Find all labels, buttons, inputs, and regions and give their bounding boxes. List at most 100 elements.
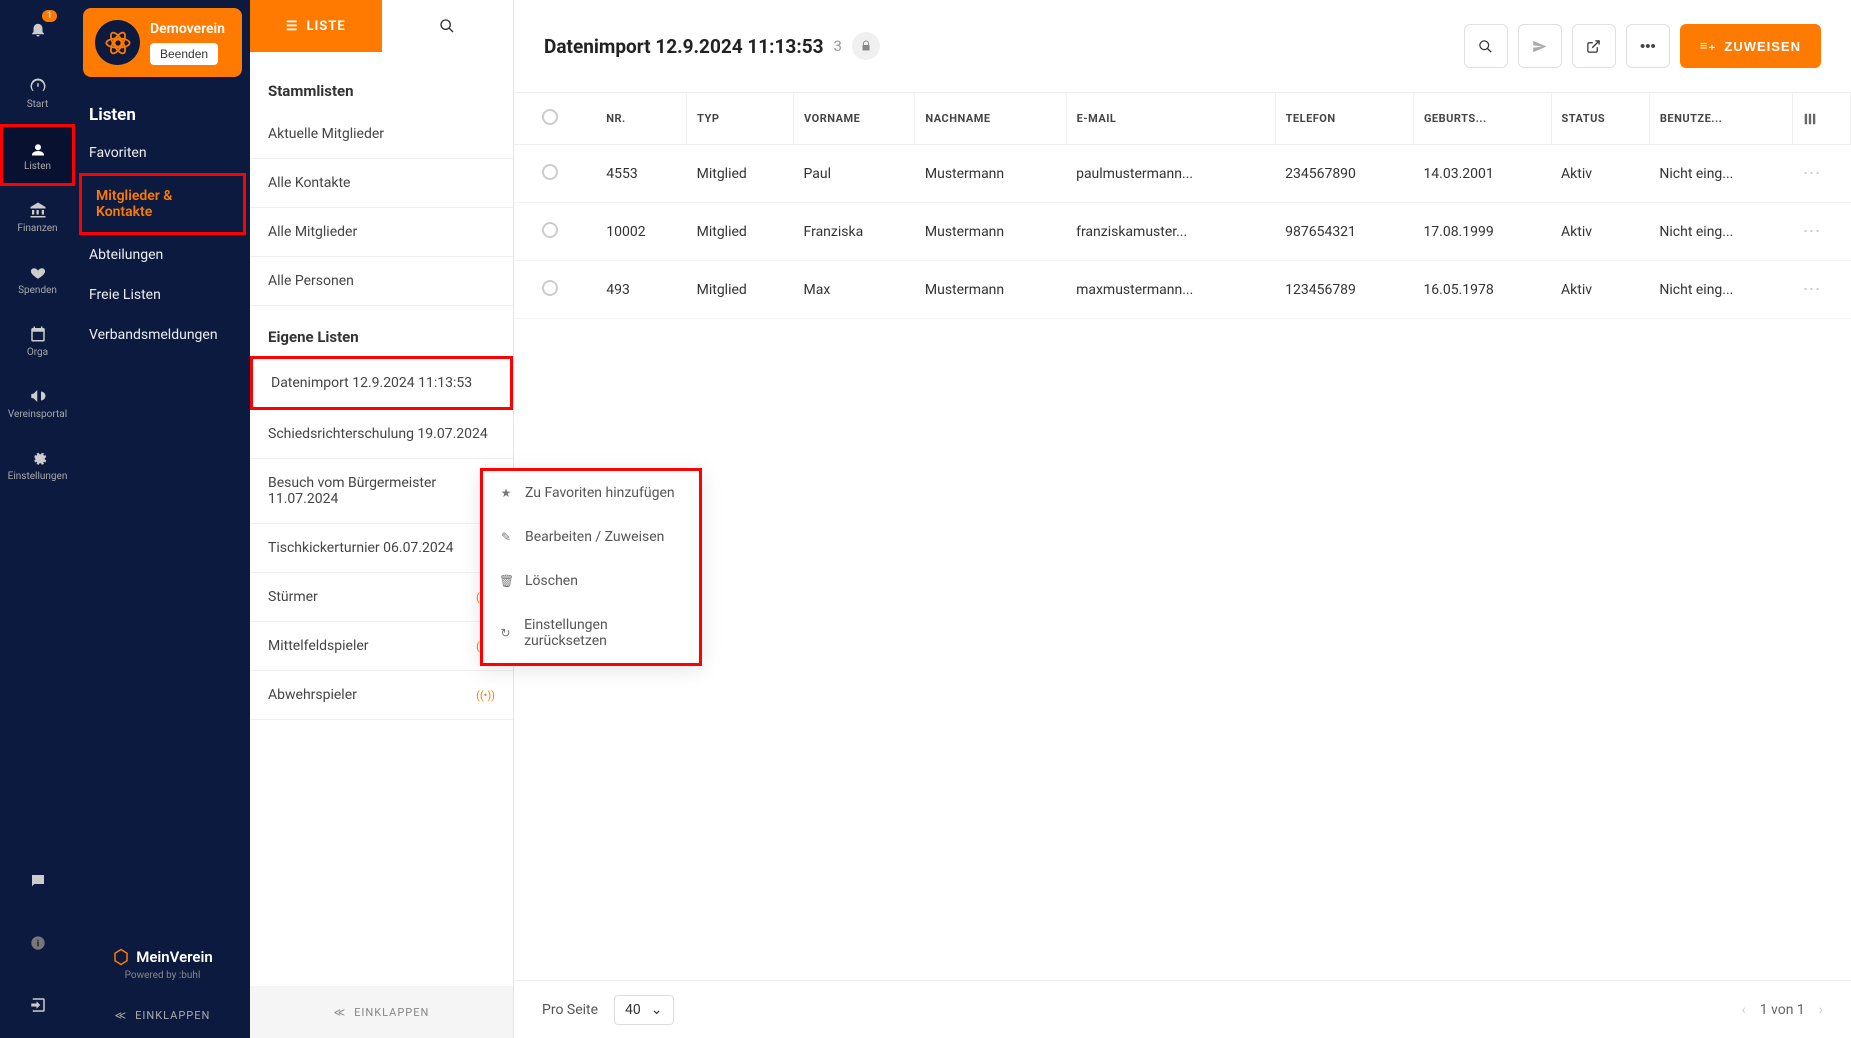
- row-more-button[interactable]: ⋯: [1803, 279, 1821, 300]
- column-header[interactable]: E-MAIL: [1066, 93, 1275, 145]
- sidebar-secondary: Demoverein Beenden Listen FavoritenMitgl…: [75, 0, 250, 1038]
- column-header[interactable]: NR.: [596, 93, 686, 145]
- sidebar-item[interactable]: Mitglieder & Kontakte: [79, 173, 246, 235]
- list-item[interactable]: Aktuelle Mitglieder: [250, 110, 513, 159]
- exit-button[interactable]: Beenden: [150, 43, 218, 65]
- lock-button[interactable]: [852, 32, 880, 60]
- rail-item-gear[interactable]: Einstellungen: [0, 434, 75, 496]
- column-header[interactable]: VORNAME: [794, 93, 915, 145]
- svg-text:i: i: [36, 938, 38, 949]
- icon-rail: 1 StartListenFinanzenSpendenOrgaVereinspo…: [0, 0, 75, 1038]
- table-row[interactable]: 4553MitgliedPaulMustermannpaulmustermann…: [514, 145, 1851, 203]
- sidebar-item[interactable]: Abteilungen: [75, 235, 250, 275]
- calendar-icon: [29, 325, 47, 343]
- header-search-button[interactable]: [1464, 24, 1508, 68]
- record-count: 3: [834, 37, 842, 55]
- list-item[interactable]: Mittelfeldspieler((•)): [250, 622, 513, 671]
- row-checkbox[interactable]: [542, 222, 558, 238]
- users-icon: [29, 139, 47, 157]
- main-header: Datenimport 12.9.2024 11:13:53 3 ••• ≡₊ …: [514, 0, 1851, 93]
- data-table: NR.TYPVORNAMENACHNAMEE-MAILTELEFONGEBURT…: [514, 93, 1851, 319]
- table-row[interactable]: 10002MitgliedFranziskaMustermannfranzisk…: [514, 203, 1851, 261]
- list-item[interactable]: Besuch vom Bürgermeister 11.07.2024: [250, 459, 513, 524]
- list-item[interactable]: Schiedsrichterschulung 19.07.2024: [250, 410, 513, 459]
- sidebar-item[interactable]: Verbandsmeldungen: [75, 315, 250, 355]
- page-size-select[interactable]: 40 ⌄: [614, 995, 673, 1025]
- panel-collapse-button[interactable]: ≪ EINKLAPPEN: [250, 986, 513, 1038]
- per-page-label: Pro Seite: [542, 1002, 598, 1018]
- sidebar-item[interactable]: Favoriten: [75, 133, 250, 173]
- rail-item-chat[interactable]: [0, 852, 75, 914]
- dashboard-icon: [29, 77, 47, 95]
- page-title: Datenimport 12.9.2024 11:13:53: [544, 35, 824, 58]
- tab-search[interactable]: [382, 0, 514, 52]
- pager-prev[interactable]: ‹: [1741, 1002, 1745, 1018]
- list-item[interactable]: Tischkickerturnier 06.07.2024: [250, 524, 513, 573]
- column-header[interactable]: BENUTZE...: [1649, 93, 1792, 145]
- list-item[interactable]: Datenimport 12.9.2024 11:13:53: [250, 356, 513, 410]
- list-item[interactable]: Alle Personen: [250, 257, 513, 306]
- org-name: Demoverein: [150, 21, 225, 37]
- rail-item-calendar[interactable]: Orga: [0, 310, 75, 372]
- column-header[interactable]: TELEFON: [1275, 93, 1413, 145]
- header-send-button[interactable]: [1518, 24, 1562, 68]
- list-item[interactable]: Stürmer((•)): [250, 573, 513, 622]
- context-menu-item[interactable]: ★Zu Favoriten hinzufügen: [483, 471, 699, 515]
- sidebar-item[interactable]: Freie Listen: [75, 275, 250, 315]
- live-indicator-icon: ((•)): [476, 689, 495, 702]
- rail-item-bell[interactable]: 1: [0, 0, 75, 62]
- rail-item-logout[interactable]: [0, 976, 75, 1038]
- bell-icon: [29, 20, 47, 38]
- chevron-left-icon: ≪: [334, 1006, 347, 1019]
- column-header[interactable]: GEBURTS...: [1413, 93, 1551, 145]
- list-section-header: Stammlisten: [250, 60, 513, 110]
- rail-item-megaphone[interactable]: Vereinsportal: [0, 372, 75, 434]
- megaphone-icon: [29, 387, 47, 405]
- context-menu-item[interactable]: ↻Einstellungen zurücksetzen: [483, 603, 699, 663]
- list-item[interactable]: Alle Kontakte: [250, 159, 513, 208]
- columns-config-button[interactable]: [1793, 93, 1851, 145]
- table-row[interactable]: 493MitgliedMaxMustermannmaxmustermann...…: [514, 261, 1851, 319]
- search-icon: [1478, 39, 1493, 54]
- list-icon: ☰: [286, 19, 299, 34]
- pager-next[interactable]: ›: [1819, 1002, 1823, 1018]
- row-more-button[interactable]: ⋯: [1803, 163, 1821, 184]
- header-export-button[interactable]: [1572, 24, 1616, 68]
- sidebar-collapse-button[interactable]: ≪ EINKLAPPEN: [75, 993, 250, 1038]
- sidebar-heading: Listen: [75, 85, 250, 133]
- context-icon: ↻: [499, 626, 512, 640]
- context-menu-item[interactable]: 🗑Löschen: [483, 559, 699, 603]
- rail-item-info[interactable]: i: [0, 914, 75, 976]
- context-menu: ★Zu Favoriten hinzufügen✎Bearbeiten / Zu…: [480, 468, 702, 666]
- rail-item-bank[interactable]: Finanzen: [0, 186, 75, 248]
- brand-logo: MeinVerein: [75, 948, 250, 966]
- rail-item-dashboard[interactable]: Start: [0, 62, 75, 124]
- chevron-down-icon: ⌄: [651, 1002, 663, 1018]
- rail-item-users[interactable]: Listen: [0, 124, 75, 186]
- context-icon: 🗑: [499, 574, 513, 588]
- list-panel: ☰ LISTE StammlistenAktuelle MitgliederAl…: [250, 0, 514, 1038]
- assign-icon: ≡₊: [1700, 38, 1716, 54]
- search-icon: [439, 18, 455, 34]
- list-item[interactable]: Abwehrspieler((•)): [250, 671, 513, 720]
- row-checkbox[interactable]: [542, 280, 558, 296]
- header-more-button[interactable]: •••: [1626, 24, 1670, 68]
- gear-icon: [29, 449, 47, 467]
- row-checkbox[interactable]: [542, 164, 558, 180]
- list-section-header: Eigene Listen: [250, 306, 513, 356]
- select-all-checkbox[interactable]: [542, 109, 558, 125]
- list-item[interactable]: Alle Mitglieder: [250, 208, 513, 257]
- logout-icon: [29, 996, 47, 1014]
- row-more-button[interactable]: ⋯: [1803, 221, 1821, 242]
- context-menu-item[interactable]: ✎Bearbeiten / Zuweisen: [483, 515, 699, 559]
- column-header[interactable]: NACHNAME: [915, 93, 1066, 145]
- tab-liste[interactable]: ☰ LISTE: [250, 0, 382, 52]
- column-header[interactable]: TYP: [687, 93, 794, 145]
- org-card: Demoverein Beenden: [83, 8, 242, 77]
- column-header[interactable]: STATUS: [1551, 93, 1649, 145]
- notification-badge: 1: [42, 10, 57, 22]
- pager-text: 1 von 1: [1760, 1002, 1805, 1018]
- assign-button[interactable]: ≡₊ ZUWEISEN: [1680, 24, 1821, 68]
- rail-item-hands[interactable]: Spenden: [0, 248, 75, 310]
- context-icon: ★: [499, 486, 513, 500]
